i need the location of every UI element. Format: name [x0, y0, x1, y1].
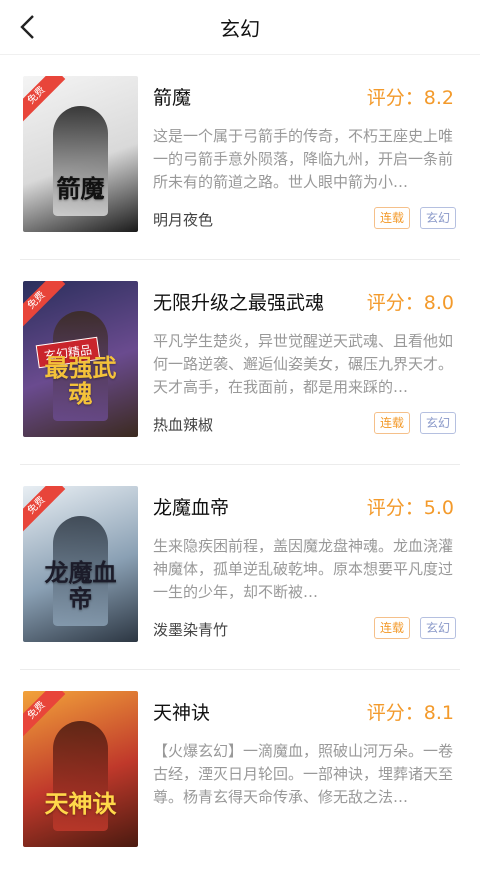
- book-score: 评分：8.1: [366, 702, 454, 724]
- book-cover[interactable]: 玄幻精品 最强武魂 免费: [23, 281, 138, 437]
- book-cover[interactable]: 天神诀 免费: [23, 691, 138, 847]
- serial-tag: 连载: [373, 207, 410, 229]
- serial-tag: 连载: [373, 412, 410, 434]
- book-name: 天神诀: [153, 702, 211, 724]
- book-author: 明月夜色: [153, 211, 214, 229]
- book-item[interactable]: 箭魔 免费 箭魔 评分：8.2 这是一个属于弓箭手的传奇，不朽王座史上唯一的弓箭…: [20, 55, 460, 260]
- book-author: 热血辣椒: [153, 416, 214, 434]
- serial-tag: 连载: [373, 617, 410, 639]
- genre-tag: 玄幻: [419, 412, 456, 434]
- book-description: 平凡学生楚炎，异世觉醒逆天武魂、且看他如何一路逆袭、邂逅仙姿美女，碾压九界天才。…: [153, 332, 454, 396]
- genre-tag: 玄幻: [419, 617, 456, 639]
- book-score: 评分：8.2: [366, 87, 454, 109]
- cover-title: 最强武魂: [44, 353, 117, 408]
- cover-title: 龙魔血帝: [44, 558, 117, 613]
- book-author: 泼墨染青竹: [153, 621, 229, 639]
- cover-title: 天神诀: [44, 789, 117, 818]
- book-item[interactable]: 天神诀 免费 天神诀 评分：8.1 【火爆玄幻】一滴魔血，照破山河万朵。一卷古经…: [20, 670, 460, 874]
- cover-title: 箭魔: [56, 174, 105, 203]
- top-bar: 玄幻: [0, 0, 480, 55]
- genre-tag: 玄幻: [419, 207, 456, 229]
- book-score: 评分：8.0: [366, 292, 454, 314]
- book-list: 箭魔 免费 箭魔 评分：8.2 这是一个属于弓箭手的传奇，不朽王座史上唯一的弓箭…: [0, 55, 480, 874]
- book-cover[interactable]: 龙魔血帝 免费: [23, 486, 138, 642]
- book-item[interactable]: 龙魔血帝 免费 龙魔血帝 评分：5.0 生来隐疾困前程，盖因魔龙盘神魂。龙血浇灌…: [20, 465, 460, 670]
- book-name: 无限升级之最强武魂: [153, 292, 325, 314]
- book-description: 这是一个属于弓箭手的传奇，不朽王座史上唯一的弓箭手意外陨落，降临九州，开启一条前…: [153, 127, 454, 191]
- book-item[interactable]: 玄幻精品 最强武魂 免费 无限升级之最强武魂 评分：8.0 平凡学生楚炎，异世觉…: [20, 260, 460, 465]
- book-cover[interactable]: 箭魔 免费: [23, 76, 138, 232]
- book-name: 箭魔: [153, 87, 192, 109]
- book-description: 生来隐疾困前程，盖因魔龙盘神魂。龙血浇灌神魔体，孤单逆乱破乾坤。原本想要平凡度过…: [153, 537, 454, 601]
- book-name: 龙魔血帝: [153, 497, 230, 519]
- book-score: 评分：5.0: [366, 497, 454, 519]
- page-title: 玄幻: [220, 17, 260, 41]
